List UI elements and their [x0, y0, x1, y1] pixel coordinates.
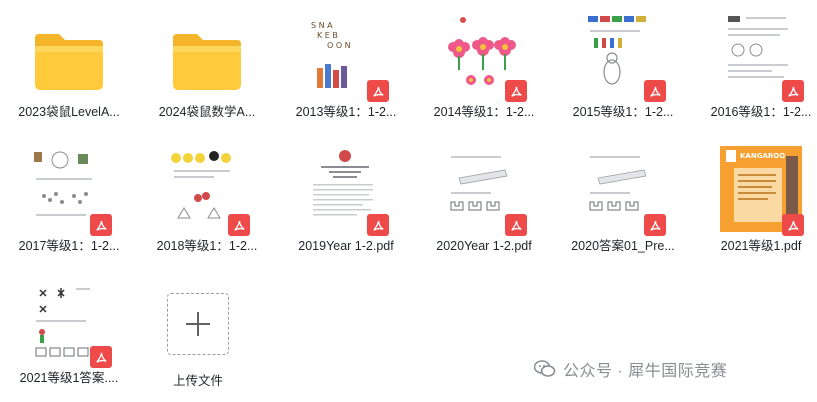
thumbnail: [301, 146, 391, 238]
file-name: 2019Year 1-2.pdf: [298, 239, 394, 253]
thumbnail: [162, 12, 252, 104]
file-name: 2021等级1答案....: [19, 371, 119, 385]
pdf-icon: [90, 346, 112, 368]
pdf-icon: [90, 214, 112, 236]
file-tile-pdf-2020-year[interactable]: 2020Year 1-2.pdf: [415, 140, 553, 270]
file-tile-pdf-2020-answers[interactable]: 2020答案01_Pre...: [554, 140, 692, 270]
file-name: 2017等级1：1-2...: [18, 239, 120, 253]
file-tile-pdf-2018[interactable]: 2018等级1：1-2...: [138, 140, 276, 270]
pdf-icon: [782, 80, 804, 102]
pdf-icon: [367, 214, 389, 236]
file-tile-pdf-2017[interactable]: 2017等级1：1-2...: [0, 140, 138, 270]
file-tile-pdf-2021[interactable]: KANGAROO 2021等级1.pdf: [692, 140, 817, 270]
thumbnail: [716, 12, 806, 104]
thumbnail: [439, 12, 529, 104]
pdf-icon: [505, 80, 527, 102]
thumbnail: [24, 12, 114, 104]
file-tile-folder-2024[interactable]: 2024袋鼠数学A...: [138, 6, 276, 136]
pdf-icon: [367, 80, 389, 102]
file-name: 2023袋鼠LevelA...: [18, 105, 120, 119]
file-name: 2014等级1：1-2...: [433, 105, 535, 119]
file-name: 2013等级1：1-2...: [295, 105, 397, 119]
thumbnail: S N A K E B O O N: [301, 12, 391, 104]
svg-text:KANGAROO: KANGAROO: [740, 152, 785, 160]
upload-file-label[interactable]: 上传文件: [129, 370, 267, 389]
file-tile-pdf-2013[interactable]: S N A K E B O O N 2013等级1：1-2...: [277, 6, 415, 136]
folder-icon: [35, 34, 103, 90]
file-tile-folder-2023[interactable]: 2023袋鼠LevelA...: [0, 6, 138, 136]
file-tile-pdf-2014[interactable]: 2014等级1：1-2...: [415, 6, 553, 136]
thumbnail: [24, 278, 114, 370]
file-tile-pdf-2015[interactable]: 2015等级1：1-2...: [554, 6, 692, 136]
svg-text:S N A: S N A: [311, 21, 333, 30]
file-name: 2024袋鼠数学A...: [158, 105, 256, 119]
pdf-icon: [644, 214, 666, 236]
upload-file-button[interactable]: [167, 293, 229, 355]
folder-icon: [173, 34, 241, 90]
thumbnail: [439, 146, 529, 238]
file-tile-pdf-2016[interactable]: 2016等级1：1-2...: [692, 6, 817, 136]
file-name: 2021等级1.pdf: [720, 239, 802, 253]
svg-text:K E B: K E B: [317, 31, 338, 40]
thumbnail: KANGAROO: [716, 146, 806, 238]
thumbnail: [578, 12, 668, 104]
pdf-icon: [644, 80, 666, 102]
watermark: 公众号 · 犀牛国际竞赛: [533, 355, 727, 383]
file-name: 2020答案01_Pre...: [571, 239, 675, 253]
file-name: 2015等级1：1-2...: [572, 105, 674, 119]
file-name: 2020Year 1-2.pdf: [436, 239, 532, 253]
svg-text:O O N: O O N: [327, 41, 351, 50]
plus-icon: [186, 312, 210, 336]
wechat-icon: [533, 357, 557, 381]
thumbnail: [578, 146, 668, 238]
file-grid: 2023袋鼠LevelA... 2024袋鼠数学A... S N A K E B…: [0, 0, 817, 402]
pdf-icon: [782, 214, 804, 236]
watermark-text: 公众号 · 犀牛国际竞赛: [563, 363, 728, 380]
file-tile-pdf-2021-answers[interactable]: 2021等级1答案....: [0, 272, 138, 402]
pdf-icon: [228, 214, 250, 236]
file-name: 2016等级1：1-2...: [710, 105, 812, 119]
pdf-icon: [505, 214, 527, 236]
file-tile-pdf-2019[interactable]: 2019Year 1-2.pdf: [277, 140, 415, 270]
thumbnail: [162, 146, 252, 238]
thumbnail: [24, 146, 114, 238]
file-name: 2018等级1：1-2...: [156, 239, 258, 253]
